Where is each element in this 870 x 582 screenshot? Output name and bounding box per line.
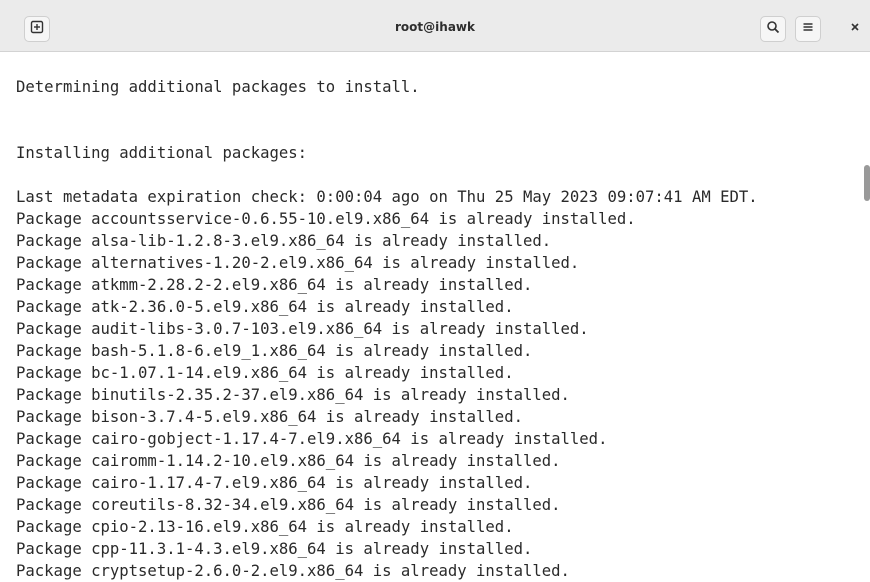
terminal-line: Installing additional packages: xyxy=(16,144,308,162)
hamburger-menu-icon xyxy=(801,20,815,39)
terminal-line: Package bison-3.7.4-5.el9.x86_64 is alre… xyxy=(16,408,523,426)
terminal-line: Package cpp-11.3.1-4.3.el9.x86_64 is alr… xyxy=(16,540,533,558)
close-icon xyxy=(849,20,861,38)
terminal-line: Package cairomm-1.14.2-10.el9.x86_64 is … xyxy=(16,452,561,470)
terminal-output[interactable]: Determining additional packages to insta… xyxy=(0,52,870,582)
window-title: root@ihawk xyxy=(395,20,475,34)
terminal-line: Last metadata expiration check: 0:00:04 … xyxy=(16,188,758,206)
terminal-line: Package bc-1.07.1-14.el9.x86_64 is alrea… xyxy=(16,364,514,382)
terminal-line: Package binutils-2.35.2-37.el9.x86_64 is… xyxy=(16,386,570,404)
terminal-line: Package cpio-2.13-16.el9.x86_64 is alrea… xyxy=(16,518,514,536)
terminal-line: Package cairo-gobject-1.17.4-7.el9.x86_6… xyxy=(16,430,608,448)
terminal-line: Package cairo-1.17.4-7.el9.x86_64 is alr… xyxy=(16,474,533,492)
terminal-line: Determining additional packages to insta… xyxy=(16,78,420,96)
menu-button[interactable] xyxy=(795,16,821,42)
terminal-window: root@ihawk Determining additional packag… xyxy=(0,0,870,582)
terminal-line: Package alsa-lib-1.2.8-3.el9.x86_64 is a… xyxy=(16,232,552,250)
scrollbar-thumb[interactable] xyxy=(864,165,870,201)
terminal-line: Package atkmm-2.28.2-2.el9.x86_64 is alr… xyxy=(16,276,533,294)
terminal-line: Package audit-libs-3.0.7-103.el9.x86_64 … xyxy=(16,320,589,338)
close-button[interactable] xyxy=(842,16,868,42)
search-button[interactable] xyxy=(760,16,786,42)
search-icon xyxy=(766,20,780,39)
terminal-line: Package bash-5.1.8-6.el9_1.x86_64 is alr… xyxy=(16,342,533,360)
title-bar: root@ihawk xyxy=(0,0,870,52)
terminal-line: Package atk-2.36.0-5.el9.x86_64 is alrea… xyxy=(16,298,514,316)
terminal-line: Package cryptsetup-2.6.0-2.el9.x86_64 is… xyxy=(16,562,570,580)
terminal-line: Package alternatives-1.20-2.el9.x86_64 i… xyxy=(16,254,580,272)
terminal-line: Package coreutils-8.32-34.el9.x86_64 is … xyxy=(16,496,561,514)
terminal-line: Package accountsservice-0.6.55-10.el9.x8… xyxy=(16,210,636,228)
